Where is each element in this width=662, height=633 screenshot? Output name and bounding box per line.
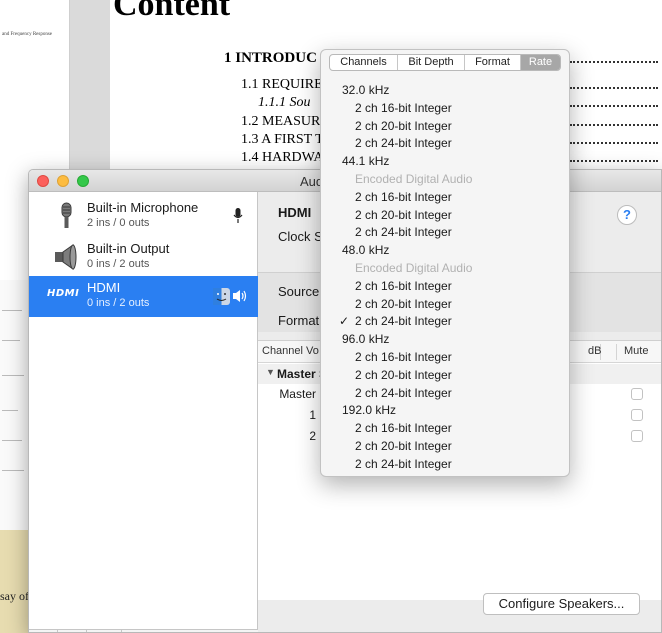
- toc-entry: 1.4 HARDWA: [241, 150, 324, 165]
- tab-channels[interactable]: Channels: [330, 55, 398, 70]
- close-button[interactable]: [37, 175, 49, 187]
- tab-format[interactable]: Format: [465, 55, 521, 70]
- format-option[interactable]: 2 ch 24-bit Integer: [355, 225, 452, 243]
- device-item-built-in-microphone[interactable]: Built-in Microphone 2 ins / 0 outs: [29, 196, 258, 237]
- format-option[interactable]: 2 ch 20-bit Integer: [355, 208, 452, 226]
- format-option[interactable]: 2 ch 20-bit Integer: [355, 439, 452, 457]
- configure-speakers-button[interactable]: Configure Speakers...: [483, 593, 640, 615]
- toc-leader: [570, 105, 658, 107]
- help-button[interactable]: ?: [617, 205, 637, 225]
- format-option-disabled: Encoded Digital Audio: [355, 172, 473, 186]
- format-option[interactable]: 2 ch 20-bit Integer: [355, 368, 452, 386]
- speaker-icon: [55, 244, 77, 270]
- toc-entry: 1.3 A FIRST T: [241, 132, 324, 147]
- format-option-disabled: Encoded Digital Audio: [355, 261, 473, 275]
- rate-group-header: 48.0 kHz: [342, 243, 390, 258]
- document-title: Content: [113, 0, 231, 23]
- clock-source-label: Clock S: [278, 229, 323, 244]
- detail-device-name: HDMI: [278, 205, 312, 220]
- background-text: say of: [0, 589, 29, 603]
- disclosure-triangle-icon[interactable]: ▼: [266, 367, 275, 377]
- device-list: Built-in Microphone 2 ins / 0 outs Built…: [29, 192, 258, 632]
- zoom-button[interactable]: [77, 175, 89, 187]
- toc-leader: [570, 124, 658, 126]
- format-option[interactable]: 2 ch 16-bit Integer: [355, 101, 452, 119]
- mute-checkbox[interactable]: [631, 388, 643, 400]
- toc-leader: [570, 160, 658, 162]
- rate-group-header: 192.0 kHz: [342, 403, 397, 418]
- format-option[interactable]: 2 ch 20-bit Integer: [355, 297, 452, 315]
- hdmi-logo: HDMI: [47, 288, 80, 299]
- tab-bit-depth[interactable]: Bit Depth: [398, 55, 465, 70]
- format-option[interactable]: 2 ch 16-bit Integer: [355, 279, 452, 297]
- toc-leader: [570, 142, 658, 144]
- output-speaker-icon: [233, 290, 247, 302]
- toc-leader: [570, 87, 658, 89]
- format-option[interactable]: 2 ch 24-bit Integer: [355, 136, 452, 154]
- tab-rate[interactable]: Rate: [521, 55, 560, 70]
- toc-leader: [570, 61, 658, 63]
- mute-checkbox[interactable]: [631, 409, 643, 421]
- format-label: Format: [278, 313, 320, 328]
- column-db[interactable]: dB: [588, 345, 601, 357]
- device-name: Built-in Output: [87, 241, 170, 256]
- device-item-built-in-output[interactable]: Built-in Output 0 ins / 2 outs: [29, 237, 258, 278]
- rate-group-header: 32.0 kHz: [342, 83, 390, 97]
- toc-entry: 1.1 REQUIRE: [241, 77, 323, 92]
- format-option[interactable]: 2 ch 20-bit Integer: [355, 119, 452, 137]
- toc-entry: 1.2 MEASUR: [241, 114, 321, 129]
- checkmark-icon: ✓: [339, 314, 350, 329]
- format-option[interactable]: 2 ch 24-bit Integer: [355, 314, 452, 332]
- device-name: HDMI: [87, 280, 121, 295]
- format-popover: Channels Bit Depth Format Rate 32.0 kHz 2…: [320, 49, 570, 477]
- format-option[interactable]: 2 ch 16-bit Integer: [355, 350, 452, 368]
- microphone-icon: [61, 202, 72, 228]
- document-left-lower-page: [0, 280, 28, 530]
- toc-entry: 1.1.1 Sou: [258, 95, 311, 110]
- format-option[interactable]: 2 ch 16-bit Integer: [355, 190, 452, 208]
- input-mic-icon: [233, 208, 243, 223]
- format-option[interactable]: 2 ch 24-bit Integer: [355, 386, 452, 404]
- device-io: 0 ins / 2 outs: [87, 297, 150, 309]
- document-gutter: [70, 0, 110, 170]
- device-name: Built-in Microphone: [87, 200, 199, 215]
- mute-checkbox[interactable]: [631, 430, 643, 442]
- format-option[interactable]: 2 ch 24-bit Integer: [355, 457, 452, 475]
- device-io: 2 ins / 0 outs: [87, 217, 150, 229]
- rate-group-header: 96.0 kHz: [342, 332, 390, 347]
- device-io: 0 ins / 2 outs: [87, 258, 150, 270]
- source-label: Source: [278, 284, 320, 299]
- toc-entry: 1 INTRODUC: [224, 50, 317, 66]
- format-segmented-control: Channels Bit Depth Format Rate: [329, 54, 561, 71]
- rate-group-header: 44.1 kHz: [342, 154, 390, 169]
- device-item-hdmi[interactable]: HDMI HDMI 0 ins / 2 outs: [29, 276, 258, 317]
- column-mute[interactable]: Mute: [624, 345, 648, 357]
- format-option[interactable]: 2 ch 16-bit Integer: [355, 421, 452, 439]
- left-page-text: and Frequency Response: [2, 32, 52, 37]
- minimize-button[interactable]: [57, 175, 69, 187]
- finder-icon: [213, 288, 230, 305]
- column-channel-volume[interactable]: Channel Vo: [262, 345, 319, 357]
- sidebar-footer: + − ⚙︎⌄: [29, 629, 258, 632]
